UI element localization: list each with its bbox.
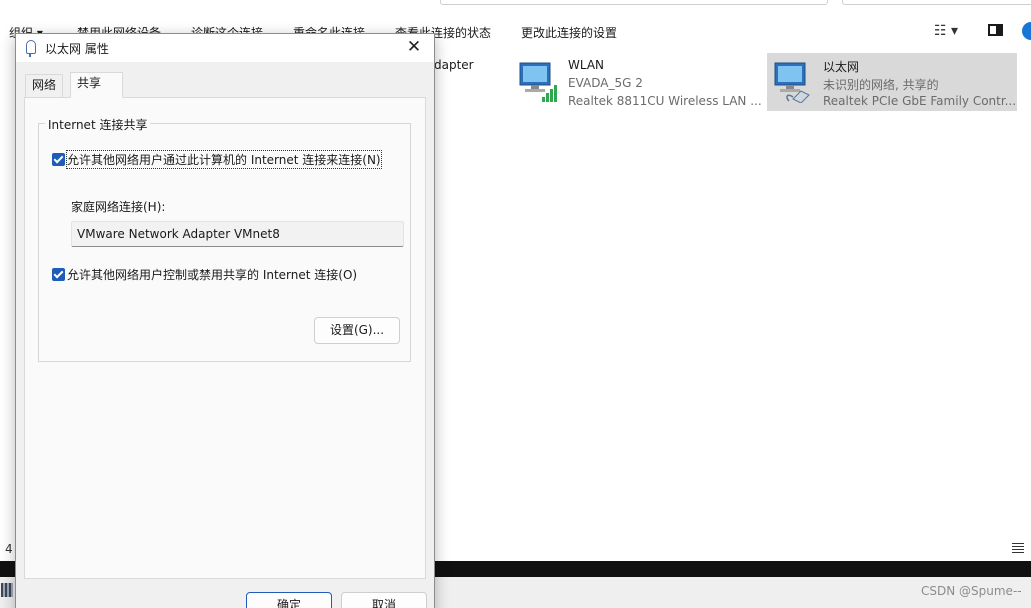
connection-status: 未识别的网络, 共享的 (823, 78, 939, 92)
details-view-icon[interactable] (1012, 543, 1024, 554)
connection-tile-ethernet[interactable]: 以太网 未识别的网络, 共享的 Realtek PCIe GbE Family … (767, 53, 1017, 111)
taskbar-app-icon[interactable] (1, 583, 13, 597)
group-label: Internet 连接共享 (45, 116, 151, 133)
connection-name: 以太网 (823, 60, 860, 74)
ok-button[interactable]: 确定 (246, 592, 332, 608)
change-settings-button[interactable]: 更改此连接的设置 (521, 24, 617, 41)
dialog-title: 以太网 属性 (45, 42, 109, 56)
search-box[interactable] (842, 0, 1031, 5)
connection-status: EVADA_5G 2 (568, 76, 643, 90)
tab-sharing[interactable]: 共享 (70, 72, 123, 98)
close-icon[interactable]: ✕ (400, 35, 428, 59)
adapter-name-fragment: dapter (434, 58, 474, 72)
allow-control-checkbox[interactable] (52, 268, 65, 281)
settings-button[interactable]: 设置(G)... (314, 317, 400, 344)
view-options-icon[interactable]: ☷ ▾ (934, 23, 958, 39)
ethernet-network-icon (774, 62, 810, 103)
network-adapter-icon (26, 40, 36, 57)
watermark: CSDN @Spume-- (921, 584, 1022, 598)
tab-network[interactable]: 网络 (25, 74, 64, 97)
connection-adapter: Realtek 8811CU Wireless LAN ... (568, 94, 762, 108)
connection-tile-wlan[interactable]: WLAN EVADA_5G 2 Realtek 8811CU Wireless … (512, 53, 764, 111)
wifi-network-icon (519, 62, 557, 102)
connection-adapter: Realtek PCIe GbE Family Contr... (823, 94, 1017, 108)
item-count: 4 (5, 542, 13, 556)
connection-name: WLAN (568, 58, 605, 72)
dialog-titlebar[interactable]: 以太网 属性 ✕ (16, 34, 434, 62)
allow-share-label[interactable]: 允许其他网络用户通过此计算机的 Internet 连接来连接(N) (66, 150, 382, 169)
allow-share-checkbox[interactable] (52, 153, 65, 166)
cancel-button[interactable]: 取消 (341, 592, 427, 608)
home-network-select[interactable]: VMware Network Adapter VMnet8 (71, 221, 404, 247)
ethernet-properties-dialog: 以太网 属性 ✕ 网络 共享 Internet 连接共享 允许其他网络用户通过此… (15, 33, 435, 608)
address-bar-area (0, 0, 1031, 8)
allow-control-label[interactable]: 允许其他网络用户控制或禁用共享的 Internet 连接(O) (67, 266, 357, 283)
home-network-label: 家庭网络连接(H): (71, 200, 166, 214)
preview-pane-icon[interactable] (988, 24, 1003, 36)
address-bar[interactable] (440, 0, 828, 5)
